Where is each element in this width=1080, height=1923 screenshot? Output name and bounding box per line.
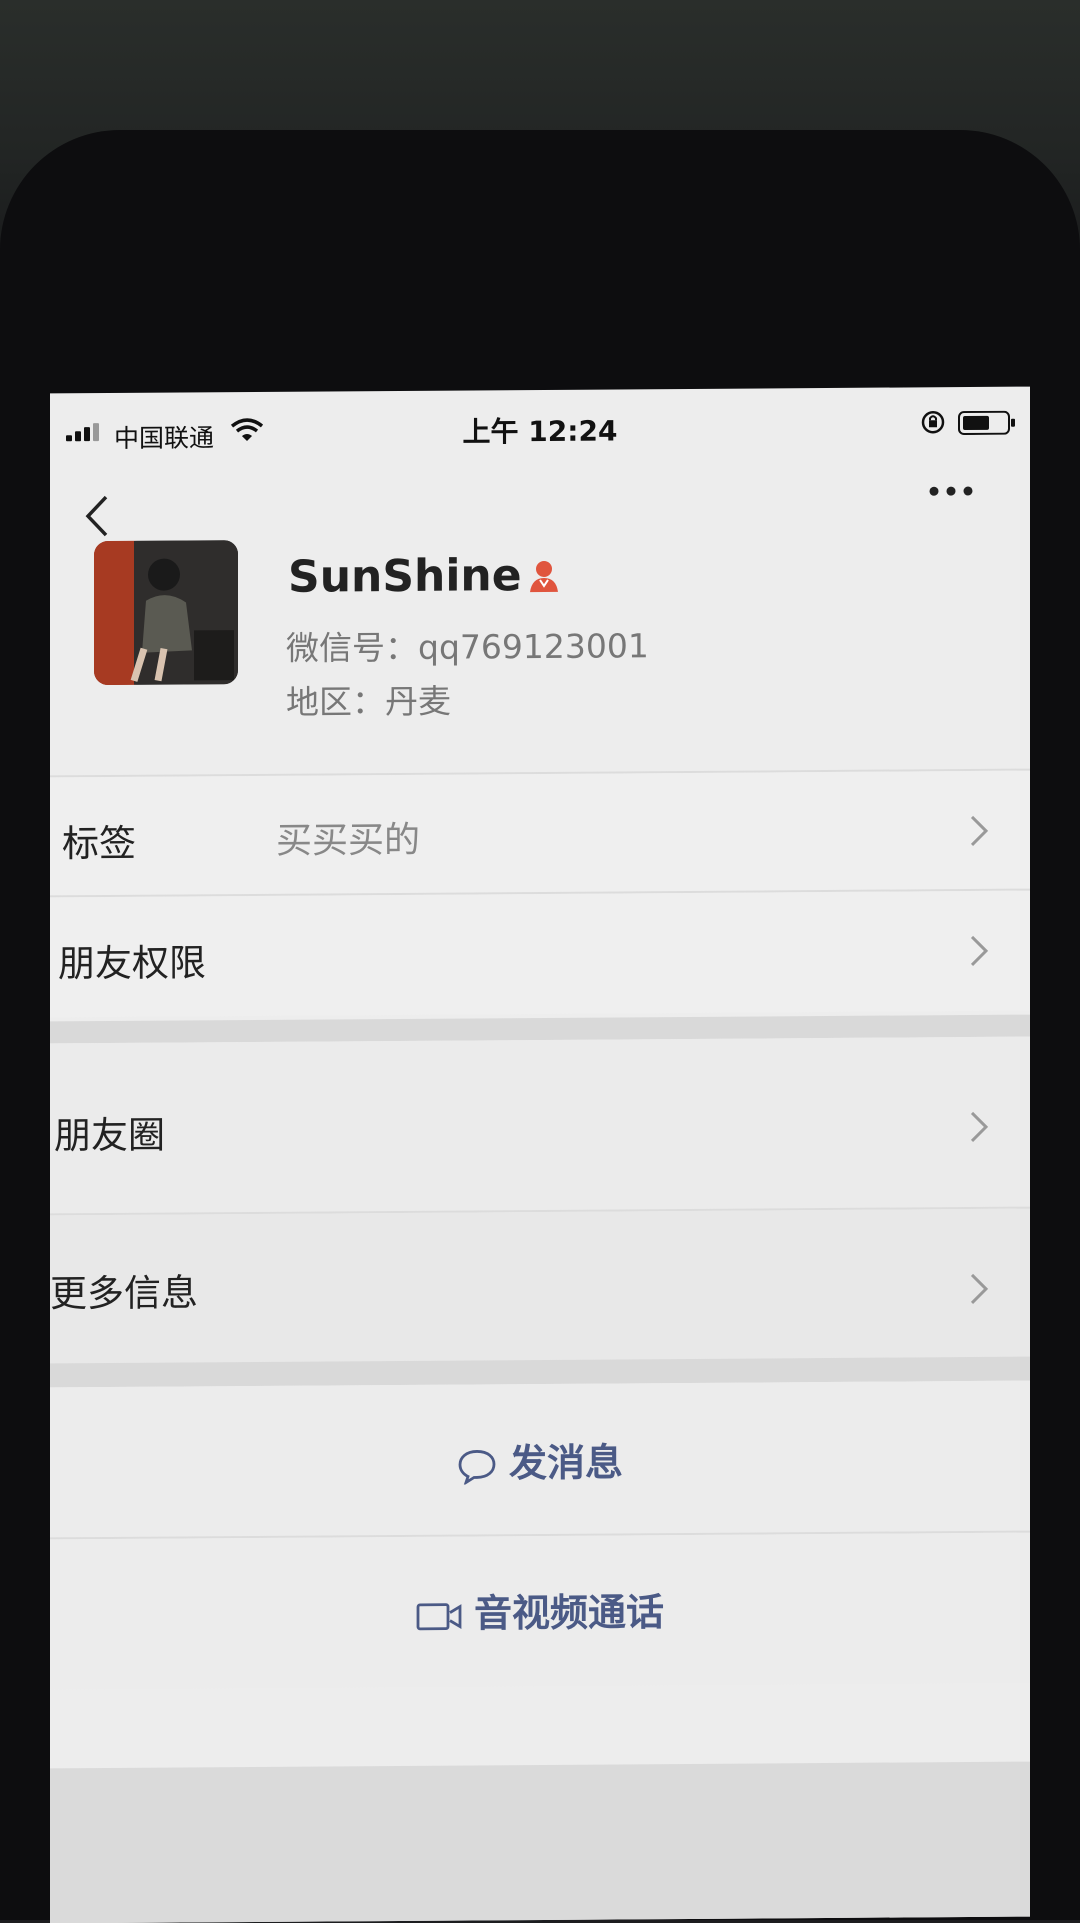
battery-icon: [958, 410, 1015, 436]
row-friend-permissions[interactable]: 朋友权限: [50, 890, 1030, 1018]
nickname: SunShine: [288, 550, 522, 603]
video-camera-icon: [416, 1602, 462, 1630]
row-moments[interactable]: 朋友圈: [50, 1036, 1030, 1214]
chevron-right-icon: [970, 935, 989, 967]
row-more-info-label: 更多信息: [50, 1271, 198, 1316]
send-message-button[interactable]: 发消息: [50, 1380, 1030, 1538]
row-more-info[interactable]: 更多信息: [50, 1208, 1030, 1364]
female-user-icon: [530, 560, 558, 593]
chevron-right-icon: [970, 1273, 989, 1305]
avatar-photo: [94, 540, 238, 686]
chevron-right-icon: [970, 815, 989, 847]
chevron-right-icon: [970, 1111, 989, 1143]
row-tags-value: 买买买的: [276, 819, 421, 862]
region: 地区：丹麦: [286, 681, 451, 722]
screen: 中国联通 上午 12:24 SunShine 微信号：qq769123001 地…: [50, 386, 1030, 1923]
send-message-action: 发消息: [50, 1429, 1030, 1491]
video-call-label: 音视频通话: [473, 1590, 664, 1636]
status-time: 上午 12:24: [462, 414, 618, 449]
row-permissions-label: 朋友权限: [58, 941, 206, 986]
wechat-id: 微信号：qq769123001: [286, 626, 649, 668]
row-tags-label: 标签: [62, 821, 136, 866]
video-call-button[interactable]: 音视频通话: [50, 1532, 1030, 1690]
row-moments-label: 朋友圈: [54, 1113, 165, 1158]
avatar[interactable]: [94, 540, 238, 686]
rotation-lock-icon: [921, 411, 945, 434]
status-bar: 中国联通 上午 12:24: [50, 387, 1030, 464]
bottom-empty-area: [50, 1761, 1030, 1923]
send-message-label: 发消息: [508, 1440, 623, 1486]
back-icon[interactable]: [78, 491, 118, 541]
video-call-action: 音视频通话: [50, 1579, 1030, 1641]
more-icon[interactable]: [926, 479, 976, 503]
chat-bubble-icon: [458, 1449, 496, 1485]
row-tags[interactable]: 标签 买买买的: [50, 770, 1030, 896]
